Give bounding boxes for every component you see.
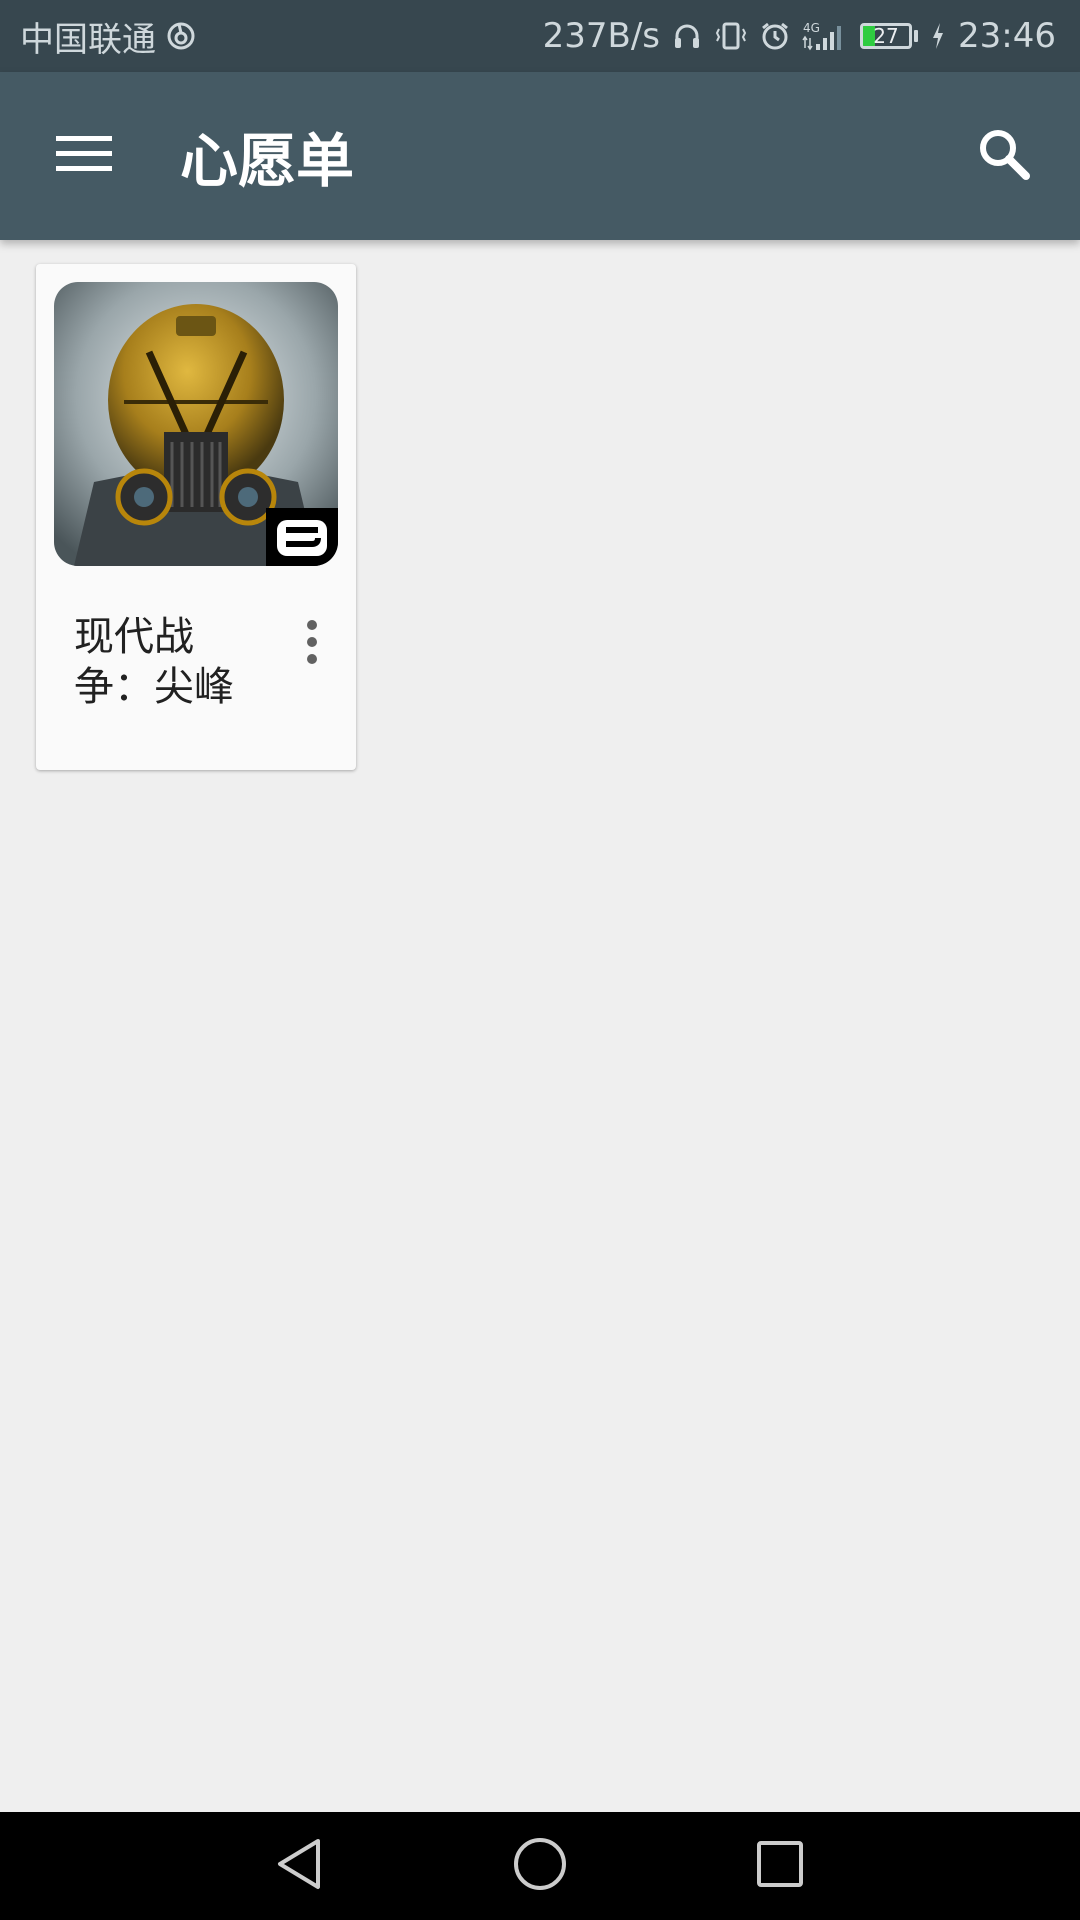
status-right: 237B/s 4G 27 23:46 bbox=[543, 16, 1056, 56]
hamburger-menu-icon bbox=[56, 134, 112, 178]
headphones-icon bbox=[672, 21, 702, 51]
game-cover-art bbox=[54, 282, 338, 566]
page-title: 心愿单 bbox=[180, 127, 355, 195]
home-button[interactable] bbox=[485, 1816, 595, 1916]
game-cover-image[interactable] bbox=[54, 282, 338, 566]
signal-4g-icon: 4G bbox=[802, 20, 848, 52]
wishlist-content: 现代战争：尖峰 bbox=[0, 240, 1080, 1812]
menu-button[interactable] bbox=[56, 128, 112, 184]
clock: 23:46 bbox=[958, 16, 1056, 56]
network-type: 4G bbox=[803, 21, 820, 35]
home-circle-icon bbox=[512, 1836, 568, 1896]
carrier-name: 中国联通 bbox=[20, 19, 156, 60]
system-nav-bar bbox=[0, 1812, 1080, 1920]
battery-cap bbox=[914, 30, 919, 42]
netease-music-icon bbox=[166, 21, 196, 51]
search-button[interactable] bbox=[964, 116, 1044, 196]
recents-button[interactable] bbox=[725, 1816, 835, 1916]
status-bar: 中国联通 237B/s 4G 27 23:46 bbox=[0, 0, 1080, 72]
battery-body: 27 bbox=[860, 23, 913, 49]
wishlist-card[interactable]: 现代战争：尖峰 bbox=[36, 264, 356, 770]
network-speed: 237B/s bbox=[542, 16, 661, 56]
game-title[interactable]: 现代战争：尖峰 bbox=[74, 612, 264, 712]
back-triangle-icon bbox=[274, 1837, 326, 1895]
battery-indicator: 27 bbox=[860, 23, 919, 49]
vibrate-icon bbox=[714, 21, 748, 51]
more-vert-icon bbox=[305, 619, 319, 669]
recents-square-icon bbox=[755, 1839, 805, 1893]
back-button[interactable] bbox=[245, 1816, 355, 1916]
card-overflow-button[interactable] bbox=[292, 616, 332, 672]
status-left: 中国联通 bbox=[20, 12, 196, 61]
battery-percent: 27 bbox=[873, 24, 899, 48]
app-bar: 心愿单 bbox=[0, 72, 1080, 240]
search-icon bbox=[976, 126, 1032, 186]
alarm-icon bbox=[760, 21, 790, 51]
charging-bolt-icon bbox=[930, 21, 946, 51]
